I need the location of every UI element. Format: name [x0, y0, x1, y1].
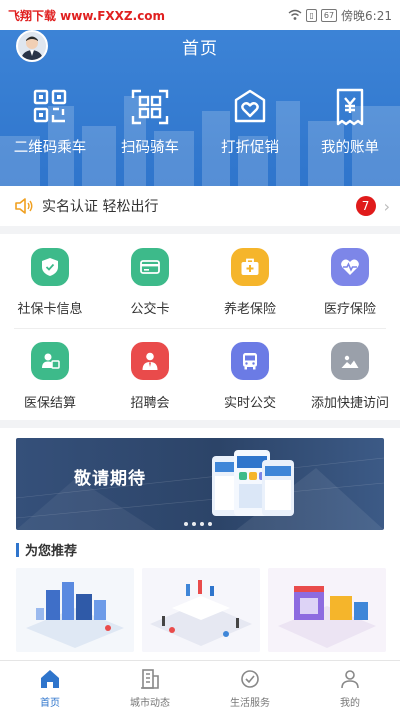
wifi-icon	[289, 9, 302, 20]
service-medical-settlement[interactable]: 医保结算	[2, 342, 98, 411]
service-pension[interactable]: 养老保险	[202, 248, 298, 317]
service-job-fair[interactable]: 招聘会	[102, 342, 198, 411]
service-social-card[interactable]: 社保卡信息	[2, 248, 98, 317]
promo-banner[interactable]: 敬请期待	[16, 438, 384, 530]
header: 飞翔下载 www.FXXZ.com ▯ 67 傍晚6:21 首页 二维码乘车 扫…	[0, 0, 400, 186]
battery-indicator: 67	[320, 8, 338, 22]
recommend-title: 为您推荐	[25, 544, 78, 559]
notice-text: 实名认证 轻松出行	[42, 199, 159, 215]
shield-check-icon	[31, 248, 69, 286]
carousel-dot[interactable]	[200, 522, 204, 526]
quick-action-scan-bike[interactable]: 扫码骑车	[102, 86, 198, 157]
bill-icon	[336, 88, 364, 126]
tab-city-news[interactable]: 城市动态	[100, 661, 200, 712]
quick-action-label: 打折促销	[221, 140, 279, 156]
real-name-notice[interactable]: 实名认证 轻松出行 7 ›	[0, 186, 400, 226]
sim-icon: ▯	[306, 8, 317, 22]
life-service-icon	[241, 670, 259, 688]
person-card-icon	[31, 342, 69, 380]
recommend-card[interactable]	[268, 568, 386, 652]
medical-kit-icon	[231, 248, 269, 286]
chevron-right-icon: ›	[383, 196, 390, 216]
quick-action-bill[interactable]: 我的账单	[302, 86, 398, 157]
person-tie-icon	[131, 342, 169, 380]
tab-label: 我的	[340, 698, 360, 709]
profile-icon	[341, 670, 359, 689]
isometric-city-illustration	[16, 568, 134, 652]
carousel-dot[interactable]	[184, 522, 188, 526]
quick-action-discount[interactable]: 打折促销	[202, 86, 298, 157]
quick-action-label: 我的账单	[321, 140, 379, 156]
building-icon	[141, 669, 159, 689]
banner-text: 敬请期待	[74, 469, 146, 489]
tab-label: 生活服务	[230, 698, 270, 709]
service-label: 养老保险	[223, 302, 276, 317]
quick-actions: 二维码乘车 扫码骑车 打折促销 我的账单	[0, 86, 400, 157]
tab-label: 首页	[40, 698, 60, 709]
notification-badge: 7	[355, 196, 376, 216]
service-label: 医保结算	[23, 396, 76, 411]
scan-icon	[131, 89, 169, 125]
tab-home[interactable]: 首页	[0, 661, 100, 712]
carousel-dot[interactable]	[192, 522, 196, 526]
heart-pulse-icon	[331, 248, 369, 286]
service-label: 社保卡信息	[17, 302, 83, 317]
content-section: 敬请期待 为您推荐	[0, 428, 400, 660]
quick-action-label: 二维码乘车	[13, 140, 87, 156]
quick-action-qr-ride[interactable]: 二维码乘车	[2, 86, 98, 157]
service-medical-insurance[interactable]: 医疗保险	[302, 248, 398, 317]
tab-label: 城市动态	[130, 698, 170, 709]
recommend-header: 为您推荐	[16, 540, 77, 559]
banner-decoration	[16, 450, 384, 530]
status-right: ▯ 67 傍晚6:21	[288, 7, 392, 24]
service-label: 添加快捷访问	[310, 396, 389, 411]
service-row: 医保结算 招聘会 实时公交 添加快捷访问	[0, 342, 400, 411]
recommend-card[interactable]	[142, 568, 260, 652]
service-row: 社保卡信息 公交卡 养老保险 医疗保险	[0, 248, 400, 317]
service-bus-card[interactable]: 公交卡	[102, 248, 198, 317]
tab-life-services[interactable]: 生活服务	[200, 661, 300, 712]
tab-profile[interactable]: 我的	[300, 661, 400, 712]
carousel-dots	[184, 522, 212, 526]
carousel-dot[interactable]	[208, 522, 212, 526]
service-label: 公交卡	[130, 302, 170, 317]
status-time: 傍晚6:21	[341, 8, 392, 23]
status-bar: 飞翔下载 www.FXXZ.com ▯ 67 傍晚6:21	[0, 0, 400, 30]
recommend-card[interactable]	[16, 568, 134, 652]
bus-icon	[231, 342, 269, 380]
page-title: 首页	[182, 39, 218, 59]
shop-illustration	[268, 568, 386, 652]
quick-action-label: 扫码骑车	[121, 140, 179, 156]
service-label: 实时公交	[223, 396, 276, 411]
shopping-bag-heart-icon	[234, 89, 266, 123]
service-realtime-bus[interactable]: 实时公交	[202, 342, 298, 411]
bottom-tab-bar: 首页 城市动态 生活服务 我的	[0, 660, 400, 712]
home-icon	[41, 670, 59, 688]
image-icon	[331, 342, 369, 380]
qr-code-icon	[33, 89, 67, 123]
people-platform-illustration	[142, 568, 260, 652]
service-label: 医疗保险	[323, 302, 376, 317]
recommend-list	[16, 568, 400, 652]
service-grid: 社保卡信息 公交卡 养老保险 医疗保险 医保结算 招聘会 实时公交 添加快捷访问	[0, 234, 400, 420]
section-accent-bar	[16, 542, 19, 557]
speaker-icon	[15, 198, 33, 214]
service-label: 招聘会	[130, 396, 170, 411]
card-icon	[131, 248, 169, 286]
status-watermark-text: 飞翔下载 www.FXXZ.com	[8, 8, 166, 23]
divider	[14, 328, 386, 329]
service-add-shortcut[interactable]: 添加快捷访问	[302, 342, 398, 411]
